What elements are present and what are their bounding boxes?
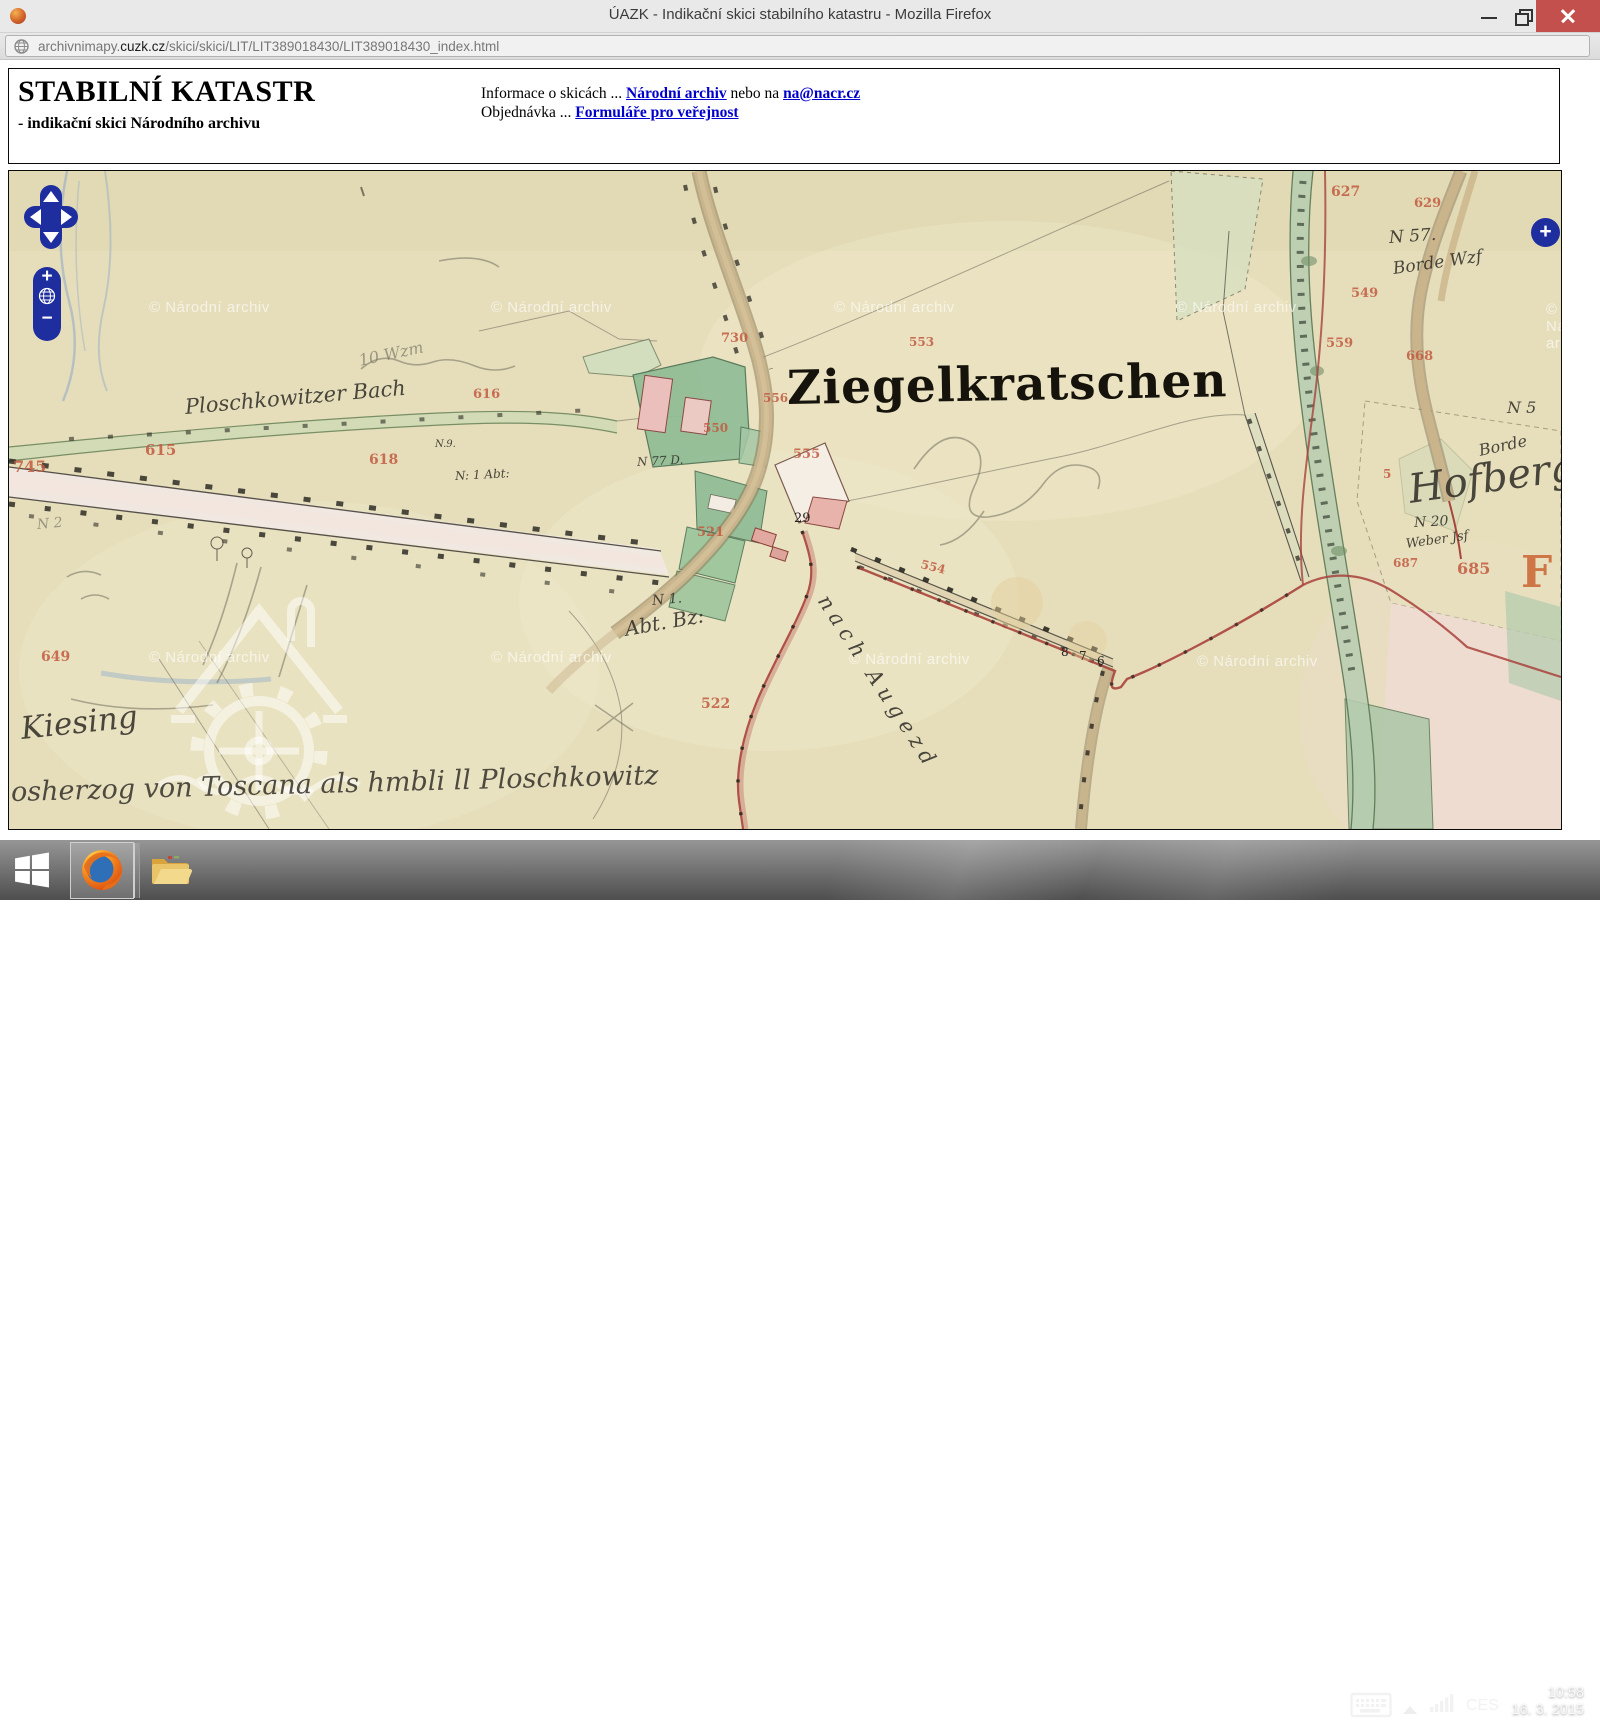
map-label: N 2 <box>36 515 63 533</box>
map-label: 549 <box>1351 286 1378 301</box>
map-label: 615 <box>145 441 176 459</box>
map-label: 7 <box>1079 649 1087 663</box>
taskbar-clock[interactable]: 10:58 16. 3. 2015 <box>1511 1685 1584 1719</box>
browser-navbar: archivnimapy.cuzk.cz/skici/skici/LIT/LIT… <box>0 33 1600 60</box>
map-label: 627 <box>1331 184 1360 200</box>
zoom-out-button[interactable]: − <box>33 309 61 329</box>
url-bar[interactable]: archivnimapy.cuzk.cz/skici/skici/LIT/LIT… <box>5 35 1590 57</box>
url-domain: cuzk.cz <box>120 39 165 54</box>
keyboard-icon[interactable] <box>1350 1690 1392 1720</box>
map-label: F <box>1521 547 1552 598</box>
map-label: 29 <box>794 511 811 526</box>
order-line: Objednávka ... Formuláře pro veřejnost <box>481 103 860 122</box>
map-label: N: 1 Abt: <box>455 466 510 483</box>
map-label: 8 <box>1061 645 1069 659</box>
language-indicator[interactable]: CES <box>1466 1697 1499 1715</box>
window-titlebar: ÚAZK - Indikační skici stabilního katast… <box>0 0 1600 33</box>
map-label: 618 <box>369 452 398 468</box>
url-prefix: archivnimapy. <box>38 39 120 54</box>
map-label: 522 <box>701 696 730 712</box>
map-label: 668 <box>1406 349 1433 364</box>
map-label: N 77 D. <box>637 453 684 469</box>
map-label: 649 <box>41 649 70 665</box>
map-label: 556 <box>763 391 788 405</box>
map-pan-control[interactable] <box>24 185 78 249</box>
copyright-watermark: © Národní archiv <box>1197 653 1318 670</box>
map-label: N 5 <box>1507 398 1536 417</box>
clock-date: 16. 3. 2015 <box>1511 1702 1584 1719</box>
info-middle: nebo na <box>727 85 783 102</box>
firefox-icon <box>80 848 124 892</box>
map-label: 629 <box>1414 196 1441 211</box>
map-label: 745 <box>13 457 46 476</box>
copyright-watermark: © Národní archiv <box>1546 301 1562 352</box>
map-label: 5 <box>1383 467 1391 481</box>
clock-time: 10:58 <box>1511 1685 1584 1702</box>
zoom-in-button[interactable]: + <box>33 267 61 287</box>
site-title: STABILNÍ KATASTR <box>18 75 315 109</box>
network-signal-icon[interactable] <box>1430 1693 1454 1713</box>
page-header: STABILNÍ KATASTR - indikační skici Národ… <box>8 68 1560 164</box>
file-explorer-button[interactable] <box>150 851 192 887</box>
map-label: N.9. <box>435 439 456 450</box>
copyright-watermark: © Národní archiv <box>1176 299 1297 316</box>
map-artwork <box>9 171 1561 829</box>
map-label: N 57. <box>1388 225 1437 248</box>
copyright-watermark: © Národní archiv <box>149 649 270 666</box>
map-label: N 1. <box>651 590 682 609</box>
map-label: 6 <box>1097 654 1105 668</box>
minimize-button[interactable] <box>1472 0 1506 32</box>
map-viewport[interactable]: © Národní archiv © Národní archiv © Národn… <box>8 170 1562 830</box>
windows-logo-icon <box>15 853 49 888</box>
restore-button[interactable] <box>1506 0 1536 32</box>
map-label: 685 <box>1457 559 1490 578</box>
email-link[interactable]: na@nacr.cz <box>783 85 860 102</box>
map-label: Ziegelkratschen <box>787 353 1228 416</box>
map-label: 553 <box>909 335 934 349</box>
map-label: 555 <box>793 447 820 462</box>
header-links: Informace o skicách ... Národní archiv n… <box>481 84 860 122</box>
info-prefix: Informace o skicách ... <box>481 85 626 102</box>
map-label: 550 <box>703 421 728 435</box>
map-label: 687 <box>1393 556 1418 570</box>
map-label: 521 <box>697 525 724 540</box>
copyright-watermark: © Národní archiv <box>149 299 270 316</box>
order-prefix: Objednávka ... <box>481 104 575 121</box>
globe-icon <box>38 287 56 305</box>
map-label: N 20 <box>1414 513 1449 531</box>
firefox-taskbar-button[interactable] <box>70 842 134 899</box>
show-hidden-icons-button[interactable] <box>1403 1706 1417 1714</box>
copyright-watermark: © Národní archiv <box>834 299 955 316</box>
site-subtitle: - indikační skici Národního archivu <box>18 115 260 133</box>
close-button[interactable] <box>1536 0 1600 32</box>
taskbar: CES 10:58 16. 3. 2015 <box>0 840 1600 900</box>
url-path: /skici/skici/LIT/LIT389018430/LIT3890184… <box>165 39 499 54</box>
zoom-extent-globe-button[interactable] <box>33 287 61 309</box>
forms-link[interactable]: Formuláře pro veřejnost <box>575 104 738 121</box>
map-label: 616 <box>473 387 500 402</box>
map-label: 730 <box>721 331 748 346</box>
copyright-watermark: © Národní archiv <box>491 299 612 316</box>
map-zoom-control: + − <box>33 267 61 341</box>
folder-icon <box>152 856 192 884</box>
site-identity-globe-icon[interactable] <box>14 39 29 54</box>
map-label: 559 <box>1326 336 1353 351</box>
url-text[interactable]: archivnimapy.cuzk.cz/skici/skici/LIT/LIT… <box>38 39 499 54</box>
window-title: ÚAZK - Indikační skici stabilního katast… <box>0 6 1600 23</box>
copyright-watermark: © Národní archiv <box>491 649 612 666</box>
start-button[interactable] <box>14 852 50 888</box>
narodni-archiv-link[interactable]: Národní archiv <box>626 85 727 102</box>
info-line: Informace o skicách ... Národní archiv n… <box>481 84 860 103</box>
layer-switcher-maximize-button[interactable]: + <box>1531 218 1560 247</box>
